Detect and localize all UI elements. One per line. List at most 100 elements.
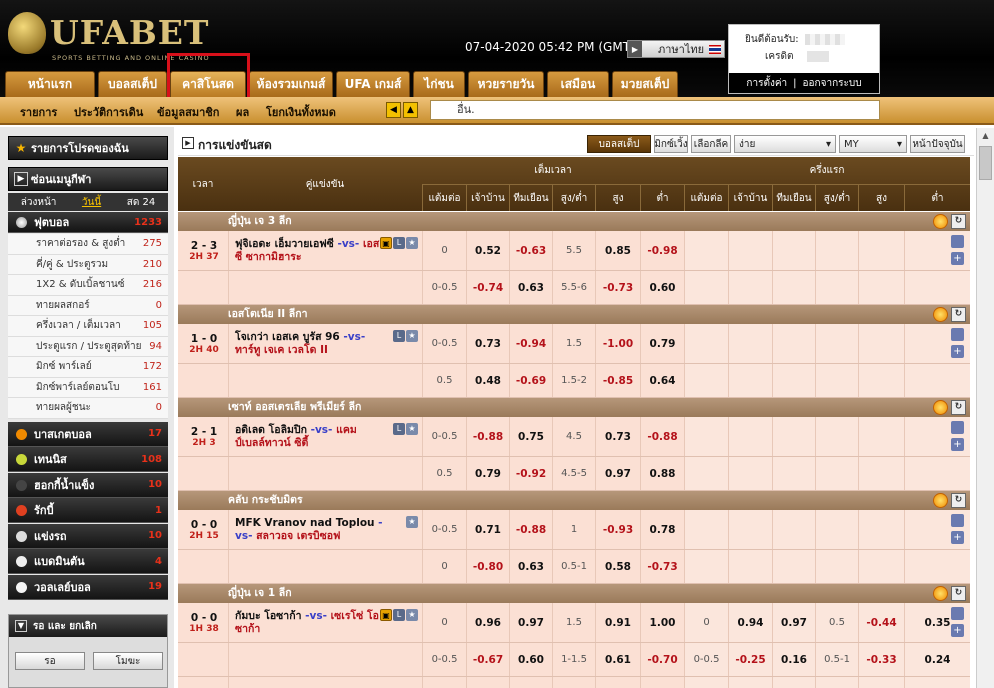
- odds-cell[interactable]: 0: [422, 550, 466, 583]
- match-teams[interactable]: MFK Vranov nad Toplou -vs- สลาวอจ เตรบิซ…: [235, 517, 385, 543]
- odds-cell[interactable]: 0-0.5: [684, 643, 728, 676]
- odds-cell[interactable]: -0.88: [640, 417, 684, 456]
- odds-cell[interactable]: 0.64: [640, 364, 684, 397]
- odds-cell[interactable]: 0.97: [772, 603, 815, 642]
- favorite-icon[interactable]: [933, 307, 948, 322]
- odds-cell[interactable]: 0.76: [640, 677, 684, 688]
- odds-cell[interactable]: 0.79: [466, 457, 509, 490]
- select-league-button[interactable]: เลือกลีค: [691, 135, 731, 153]
- odds-cell[interactable]: -0.73: [595, 271, 640, 304]
- match-teams[interactable]: โจเกว่า เอสเค บูรัส 96 -vs- ทาร์ทู เจเค …: [235, 331, 385, 357]
- add-icon[interactable]: +: [951, 345, 964, 358]
- odds-type-select[interactable]: MY ▾: [839, 135, 907, 153]
- odds-cell[interactable]: 0.96: [466, 603, 509, 642]
- favorite-icon[interactable]: [933, 400, 948, 415]
- odds-cell[interactable]: 0-0.5: [422, 271, 466, 304]
- odds-cell[interactable]: 1.00: [640, 603, 684, 642]
- odds-cell[interactable]: 0.5-1: [815, 643, 858, 676]
- sidebar-sport[interactable]: รักบี้ 1: [8, 498, 168, 523]
- scrollbar[interactable]: ▲: [976, 128, 994, 688]
- odds-cell[interactable]: 0.60: [640, 271, 684, 304]
- live-icon[interactable]: L: [393, 609, 405, 621]
- odds-cell[interactable]: 0.97: [595, 457, 640, 490]
- live-tv-icon[interactable]: ▣: [380, 237, 392, 249]
- odds-cell[interactable]: 0.63: [509, 271, 552, 304]
- favorite-icon[interactable]: [933, 586, 948, 601]
- live-icon[interactable]: L: [393, 237, 405, 249]
- odds-cell[interactable]: 4.5: [552, 417, 595, 456]
- nav-tab-lottery[interactable]: หวยรายวัน: [468, 71, 544, 97]
- nav-tab-games-room[interactable]: ห้องรวมเกมส์: [249, 71, 333, 97]
- odds-cell[interactable]: -0.98: [640, 231, 684, 270]
- sidebar-sport[interactable]: แบดมินตัน 4: [8, 549, 168, 574]
- odds-cell[interactable]: -0.63: [509, 231, 552, 270]
- odds-cell[interactable]: 0.5-1: [552, 550, 595, 583]
- odds-cell[interactable]: 1.5: [552, 603, 595, 642]
- settings-link[interactable]: การตั้งค่า: [746, 76, 787, 91]
- chart-icon[interactable]: [951, 421, 964, 434]
- favorite-icon[interactable]: [933, 214, 948, 229]
- add-icon[interactable]: +: [951, 438, 964, 451]
- odds-cell[interactable]: 0.85: [595, 231, 640, 270]
- odds-cell[interactable]: -0.44: [858, 603, 904, 642]
- stats-icon[interactable]: ★: [406, 423, 418, 435]
- odds-cell[interactable]: 2-2.5: [552, 677, 595, 688]
- refresh-icon[interactable]: ↻: [951, 586, 966, 601]
- match-teams[interactable]: ฟุจิเอดะ เอ็มวายเอฟซี -vs- เอสซี ซากามิฮ…: [235, 238, 385, 264]
- odds-cell[interactable]: -0.70: [640, 643, 684, 676]
- odds-cell[interactable]: -0.69: [509, 364, 552, 397]
- odds-cell[interactable]: 0-0.5: [422, 677, 466, 688]
- odds-cell[interactable]: 0-0.5: [422, 417, 466, 456]
- sidebar-subitem[interactable]: ทายผลสกอร์ 0: [8, 295, 168, 316]
- odds-cell[interactable]: -0.85: [595, 677, 640, 688]
- odds-cell[interactable]: 0.75: [509, 417, 552, 456]
- nav-tab-cockfight[interactable]: ไก่ชน: [413, 71, 465, 97]
- sidebar-subitem[interactable]: ทายผลผู้ชนะ 0: [8, 398, 168, 419]
- sidebar-sport[interactable]: แข่งรถ 10: [8, 523, 168, 549]
- odds-cell[interactable]: 5.5: [552, 231, 595, 270]
- scroll-up-icon[interactable]: ▲: [977, 128, 994, 144]
- view-select[interactable]: ง่าย ▾: [734, 135, 836, 153]
- scroll-thumb[interactable]: [979, 146, 992, 180]
- sidebar-sport[interactable]: เทนนิส 108: [8, 447, 168, 472]
- odds-cell[interactable]: 1: [552, 510, 595, 549]
- odds-cell[interactable]: 0-0.5: [422, 324, 466, 363]
- odds-cell[interactable]: 0.52: [466, 231, 509, 270]
- odds-cell[interactable]: 0: [422, 231, 466, 270]
- odds-cell[interactable]: 0.60: [466, 677, 509, 688]
- odds-cell[interactable]: 0.71: [466, 510, 509, 549]
- tab-live[interactable]: สด 24: [127, 195, 156, 210]
- odds-cell[interactable]: -0.92: [509, 457, 552, 490]
- sidebar-sport[interactable]: วอลเลย์บอล 19: [8, 574, 168, 600]
- nav-tab-boxing-step[interactable]: มวยสเต็ป: [612, 71, 678, 97]
- refresh-button[interactable]: หน้าปัจจุบัน: [910, 135, 965, 153]
- odds-cell[interactable]: 0-0.5: [422, 643, 466, 676]
- logo[interactable]: UFABET SPORTS BETTING AND ONLINE CASINO: [8, 8, 209, 68]
- stats-icon[interactable]: ★: [406, 609, 418, 621]
- odds-cell[interactable]: 0.16: [772, 643, 815, 676]
- live-icon[interactable]: L: [393, 330, 405, 342]
- odds-cell[interactable]: 0.61: [595, 643, 640, 676]
- odds-cell[interactable]: 0: [422, 603, 466, 642]
- odds-cell[interactable]: 1.5-2: [552, 364, 595, 397]
- odds-cell[interactable]: 0.63: [509, 550, 552, 583]
- language-selector[interactable]: ▶ ภาษาไทย: [627, 40, 725, 58]
- odds-cell[interactable]: -0.67: [466, 643, 509, 676]
- single-bet-button[interactable]: บอลสเต็ป: [587, 135, 651, 153]
- refresh-icon[interactable]: ↻: [951, 400, 966, 415]
- nav-tab-ufa-games[interactable]: UFA เกมส์: [336, 71, 410, 97]
- odds-cell[interactable]: 0.24: [904, 643, 970, 676]
- odds-cell[interactable]: -0.80: [466, 550, 509, 583]
- arrow-up-icon[interactable]: ▲: [403, 102, 418, 118]
- odds-cell[interactable]: -0.88: [466, 417, 509, 456]
- odds-cell[interactable]: 0.88: [640, 457, 684, 490]
- odds-cell[interactable]: 0.60: [509, 643, 552, 676]
- tab-today[interactable]: วันนี้: [82, 195, 101, 210]
- odds-cell[interactable]: 0.94: [728, 603, 772, 642]
- chart-icon[interactable]: [951, 235, 964, 248]
- stats-icon[interactable]: ★: [406, 516, 418, 528]
- live-icon[interactable]: L: [393, 423, 405, 435]
- odds-cell[interactable]: 0.91: [595, 603, 640, 642]
- subnav-member-info[interactable]: ข้อมูลสมาชิก: [157, 103, 219, 121]
- void-button[interactable]: โมฆะ: [93, 652, 163, 670]
